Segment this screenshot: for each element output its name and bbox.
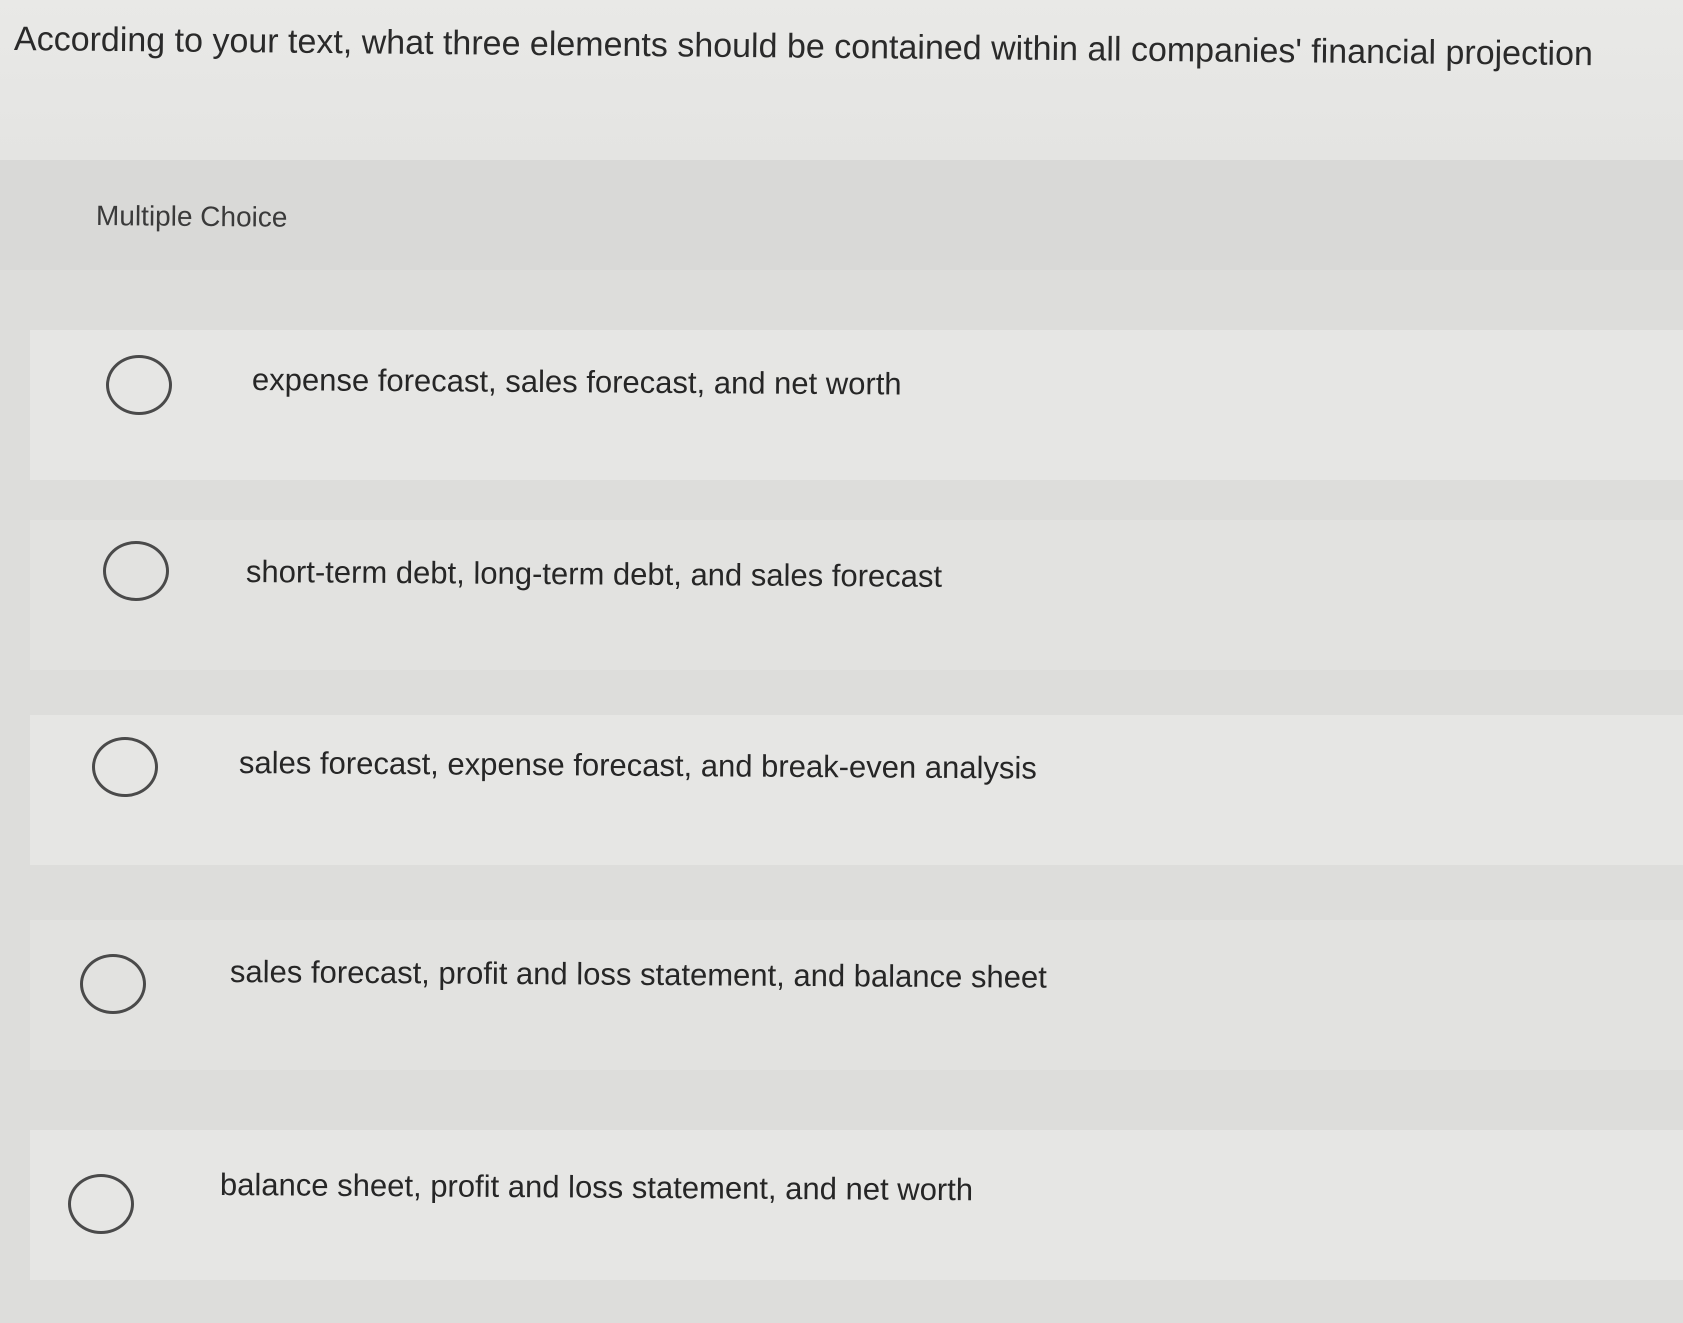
- choice-label-1: expense forecast, sales forecast, and ne…: [251, 362, 902, 402]
- choice-label-4: sales forecast, profit and loss statemen…: [229, 954, 1047, 995]
- question-text: According to your text, what three eleme…: [13, 20, 1594, 74]
- choice-option-5[interactable]: balance sheet, profit and loss statement…: [30, 1130, 1683, 1280]
- radio-button-5[interactable]: [68, 1174, 134, 1234]
- choice-label-2: short-term debt, long-term debt, and sal…: [245, 554, 943, 594]
- choice-option-4[interactable]: sales forecast, profit and loss statemen…: [30, 920, 1683, 1070]
- choice-option-3[interactable]: sales forecast, expense forecast, and br…: [30, 715, 1683, 865]
- multiple-choice-label: Multiple Choice: [95, 200, 288, 233]
- choices-list: expense forecast, sales forecast, and ne…: [0, 270, 1683, 1323]
- choice-label-3: sales forecast, expense forecast, and br…: [238, 745, 1037, 786]
- radio-button-4[interactable]: [80, 954, 146, 1014]
- multiple-choice-header: Multiple Choice: [0, 160, 1683, 270]
- choice-option-1[interactable]: expense forecast, sales forecast, and ne…: [30, 330, 1683, 480]
- radio-button-1[interactable]: [106, 355, 172, 415]
- choice-label-5: balance sheet, profit and loss statement…: [219, 1167, 974, 1208]
- radio-button-3[interactable]: [92, 737, 158, 797]
- choice-option-2[interactable]: short-term debt, long-term debt, and sal…: [30, 520, 1683, 670]
- radio-button-2[interactable]: [103, 541, 169, 601]
- question-panel: According to your text, what three eleme…: [0, 0, 1683, 160]
